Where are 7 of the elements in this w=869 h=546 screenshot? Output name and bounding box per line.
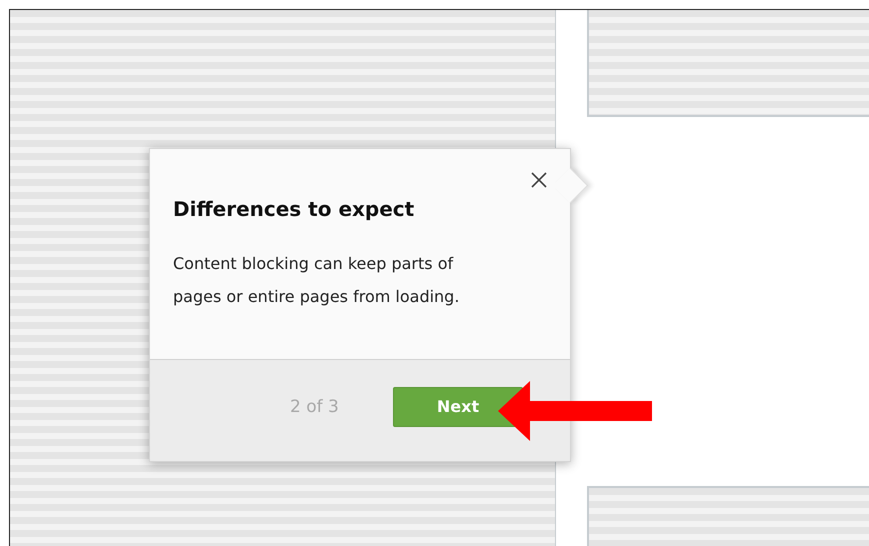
popup-title: Differences to expect [173, 197, 416, 221]
step-counter: 2 of 3 [290, 396, 340, 416]
close-icon [530, 171, 548, 189]
pointer-arrow-icon [498, 381, 652, 441]
next-button[interactable]: Next [393, 386, 523, 426]
close-button[interactable] [530, 171, 548, 189]
popup-message: Content blocking can keep parts of pages or entire pages from loading. [173, 253, 460, 308]
